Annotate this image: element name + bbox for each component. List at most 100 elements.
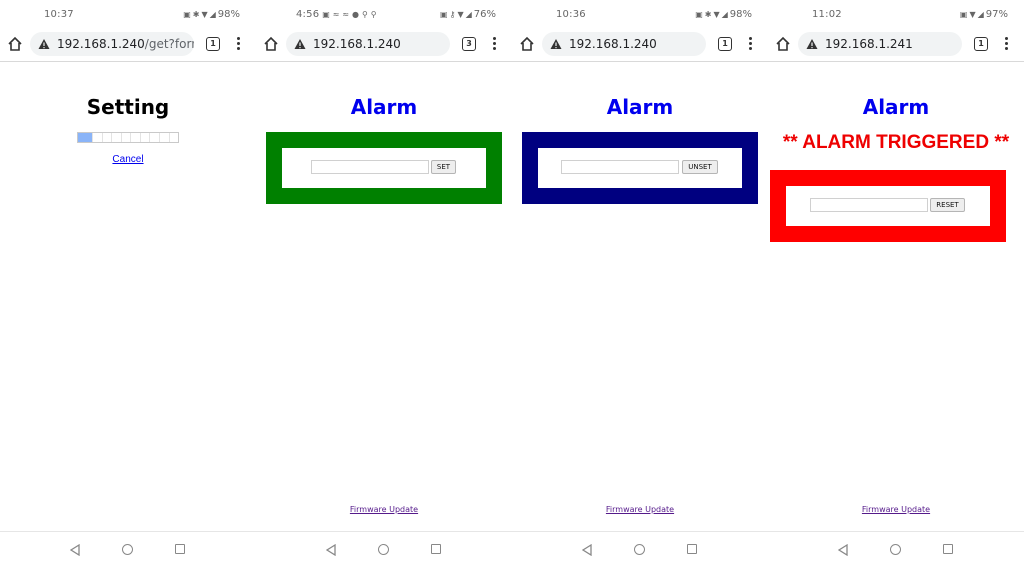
- warning-icon[interactable]: [38, 38, 50, 50]
- more-menu-icon[interactable]: [746, 36, 754, 52]
- page-title: Alarm: [350, 95, 418, 119]
- home-icon[interactable]: [6, 35, 24, 53]
- status-time: 11:02: [812, 9, 842, 20]
- browser-toolbar: 192.168.1.240 3: [256, 30, 512, 62]
- nav-home-icon[interactable]: [634, 544, 645, 555]
- status-right: ▣ ✱ ▼ ◢ 98%: [695, 9, 752, 20]
- nfc-icon: ▣: [959, 10, 968, 19]
- firmware-update-link[interactable]: Firmware Update: [768, 505, 1024, 514]
- warning-icon[interactable]: [550, 38, 562, 50]
- system-nav-bar: [512, 531, 768, 567]
- code-input[interactable]: [311, 160, 429, 174]
- url-host: 192.168.1.240: [313, 37, 401, 51]
- page-content: Setting Cancel: [0, 63, 256, 531]
- status-time: 10:36: [556, 9, 586, 20]
- signal-icon: ◢: [209, 10, 216, 19]
- wifi-icon: ▼: [457, 10, 464, 19]
- system-nav-bar: [0, 531, 256, 567]
- url-text: 192.168.1.241: [825, 37, 913, 51]
- status-right: ▣ ⚷ ▼ ◢ 76%: [440, 9, 496, 20]
- signal-icon: ◢: [465, 10, 472, 19]
- browser-toolbar: 192.168.1.240/get?formir 1: [0, 30, 256, 62]
- address-bar[interactable]: 192.168.1.240/get?formir: [30, 32, 194, 56]
- status-bar: 10:36 ▣ ✱ ▼ ◢ 98%: [512, 0, 768, 30]
- status-time: 10:37: [44, 9, 74, 20]
- bluetooth-icon: ✱: [192, 10, 200, 19]
- nfc-icon: ▣: [440, 10, 448, 19]
- cancel-link[interactable]: Cancel: [0, 154, 256, 165]
- notification-icons: ▣ ≈ ≈ ● ⚲ ⚲: [322, 10, 377, 19]
- battery-level: 98%: [729, 9, 752, 20]
- alarm-panel-inner: RESET: [786, 186, 990, 226]
- screenshot-strip: 10:37 ▣✱▼◢98% 192.168.1.240/get?formir 1…: [0, 0, 1024, 567]
- phone-screen-alarm-unset: 10:36 ▣ ✱ ▼ ◢ 98% 192.168.1.240 1 Alarm UNSE…: [512, 0, 768, 567]
- phone-screen-alarm-set: 4:56 ▣ ≈ ≈ ● ⚲ ⚲ ▣ ⚷ ▼ ◢ 76% 192.168.1.240 3 …: [256, 0, 512, 567]
- url-text: 192.168.1.240: [569, 37, 657, 51]
- nav-recents-icon[interactable]: [687, 544, 697, 554]
- warning-icon[interactable]: [294, 38, 306, 50]
- nav-recents-icon[interactable]: [431, 544, 441, 554]
- nav-home-icon[interactable]: [122, 544, 133, 555]
- nav-back-icon[interactable]: [838, 544, 848, 556]
- tab-switcher-icon[interactable]: 1: [974, 37, 988, 51]
- page-content: Alarm SET Firmware Update: [256, 63, 512, 531]
- code-input[interactable]: [810, 198, 928, 212]
- status-bar: 11:02 ▣ ▼ ◢ 97%: [768, 0, 1024, 30]
- set-button[interactable]: SET: [431, 160, 456, 174]
- home-icon[interactable]: [774, 35, 792, 53]
- phone-screen-alarm-triggered: 11:02 ▣ ▼ ◢ 97% 192.168.1.241 1 Alarm ** AL…: [768, 0, 1024, 567]
- tab-switcher-icon[interactable]: 3: [462, 37, 476, 51]
- browser-toolbar: 192.168.1.240 1: [512, 30, 768, 62]
- phone-screen-setting: 10:37 ▣✱▼◢98% 192.168.1.240/get?formir 1…: [0, 0, 256, 567]
- unset-button[interactable]: UNSET: [682, 160, 718, 174]
- tab-switcher-icon[interactable]: 1: [718, 37, 732, 51]
- key-icon: ⚷: [449, 10, 456, 19]
- signal-icon: ◢: [977, 10, 984, 19]
- bluetooth-icon: ✱: [704, 10, 712, 19]
- wifi-icon: ▼: [713, 10, 720, 19]
- more-menu-icon[interactable]: [1002, 36, 1010, 52]
- progress-fill: [78, 133, 92, 142]
- signal-icon: ◢: [721, 10, 728, 19]
- home-icon[interactable]: [262, 35, 280, 53]
- address-bar[interactable]: 192.168.1.240: [286, 32, 450, 56]
- system-nav-bar: [256, 531, 512, 567]
- nav-back-icon[interactable]: [70, 544, 80, 556]
- firmware-update-link[interactable]: Firmware Update: [512, 505, 768, 514]
- nav-home-icon[interactable]: [378, 544, 389, 555]
- page-content: Alarm UNSET Firmware Update: [512, 63, 768, 531]
- alarm-panel-navy: UNSET: [522, 132, 758, 204]
- nfc-icon: ▣: [695, 10, 703, 19]
- nav-recents-icon[interactable]: [943, 544, 953, 554]
- battery-level: 76%: [473, 9, 496, 20]
- url-host: 192.168.1.240: [57, 37, 145, 51]
- nav-back-icon[interactable]: [326, 544, 336, 556]
- page-title: Alarm: [606, 95, 674, 119]
- wifi-icon: ▼: [969, 10, 976, 19]
- firmware-update-link[interactable]: Firmware Update: [256, 505, 512, 514]
- more-menu-icon[interactable]: [490, 36, 498, 52]
- nav-recents-icon[interactable]: [175, 544, 185, 554]
- address-bar[interactable]: 192.168.1.241: [798, 32, 962, 56]
- battery-level: 98%: [217, 9, 240, 20]
- battery-level: 97%: [985, 9, 1008, 20]
- wifi-icon: ▼: [201, 10, 208, 19]
- url-path: /get?formir: [144, 37, 194, 51]
- reset-button[interactable]: RESET: [930, 198, 965, 212]
- nav-back-icon[interactable]: [582, 544, 592, 556]
- alarm-panel-inner: SET: [282, 148, 486, 188]
- code-input[interactable]: [561, 160, 679, 174]
- status-bar: 4:56 ▣ ≈ ≈ ● ⚲ ⚲ ▣ ⚷ ▼ ◢ 76%: [256, 0, 512, 30]
- nfc-icon: ▣: [183, 10, 191, 19]
- status-right: ▣ ▼ ◢ 97%: [960, 9, 1008, 20]
- more-menu-icon[interactable]: [234, 36, 242, 52]
- url-host: 192.168.1.240: [569, 37, 657, 51]
- warning-icon[interactable]: [806, 38, 818, 50]
- address-bar[interactable]: 192.168.1.240: [542, 32, 706, 56]
- page-title: Alarm: [862, 95, 930, 119]
- progress-bar: [77, 132, 179, 143]
- home-icon[interactable]: [518, 35, 536, 53]
- nav-home-icon[interactable]: [890, 544, 901, 555]
- alarm-panel-inner: UNSET: [538, 148, 742, 188]
- tab-switcher-icon[interactable]: 1: [206, 37, 220, 51]
